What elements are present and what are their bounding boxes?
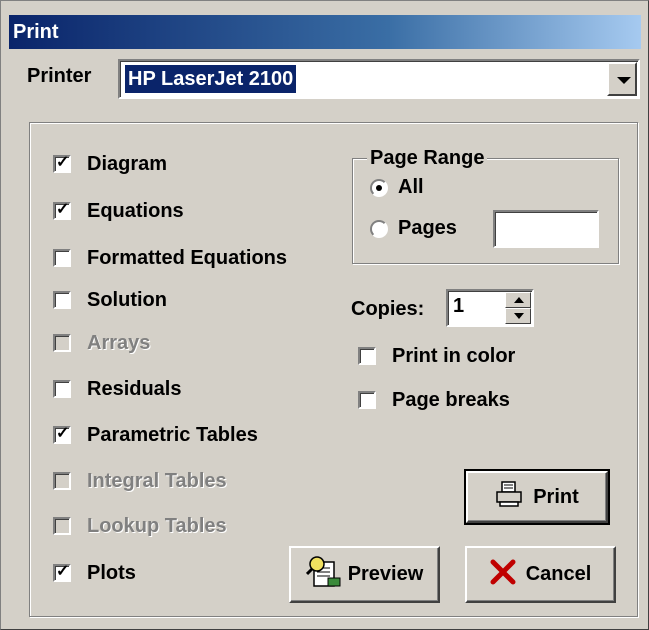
checkbox-solution[interactable]: Solution	[53, 287, 167, 313]
printer-select[interactable]: HP LaserJet 2100	[118, 59, 640, 99]
radio-pages[interactable]: Pages	[370, 217, 457, 240]
arrow-up-icon	[514, 297, 524, 303]
checkbox-label: Arrays	[87, 331, 151, 354]
check-icon: ✓	[56, 425, 70, 442]
checkbox-box[interactable]	[358, 391, 376, 409]
radio-label: All	[398, 176, 424, 198]
checkbox-label: Formatted Equations	[87, 246, 288, 269]
checkbox-box[interactable]: ✓	[53, 563, 71, 582]
checkbox-box[interactable]	[358, 347, 376, 365]
window-title: Print	[13, 21, 59, 43]
checkbox-box[interactable]: ✓	[53, 425, 71, 444]
checkbox-label: Print in color	[392, 344, 516, 367]
cancel-button[interactable]: Cancel	[465, 546, 616, 603]
checkbox-lookup-tables: Lookup Tables	[53, 513, 227, 539]
spinner-buttons	[505, 292, 531, 324]
printer-selected-value: HP LaserJet 2100	[125, 65, 297, 93]
print-button[interactable]: Print	[464, 469, 610, 525]
radio-all[interactable]: All	[370, 176, 424, 199]
checkbox-label: Solution	[87, 288, 167, 311]
printer-label: Printer	[27, 65, 92, 87]
checkbox-box[interactable]: ✓	[53, 201, 71, 220]
print-dialog: Print Printer HP LaserJet 2100 ✓ Diagram…	[0, 0, 649, 630]
checkbox-label: Integral Tables	[87, 469, 227, 492]
checkbox-box	[53, 472, 71, 490]
cancel-x-icon	[490, 559, 516, 591]
copies-label: Copies:	[351, 298, 425, 320]
checkbox-box[interactable]	[53, 291, 71, 309]
checkbox-label: Plots	[87, 561, 136, 584]
checkbox-page-breaks[interactable]: Page breaks	[358, 387, 510, 413]
preview-button-label: Preview	[347, 563, 424, 585]
checkbox-plots[interactable]: ✓ Plots	[53, 560, 136, 586]
checkbox-box[interactable]	[53, 380, 71, 398]
checkbox-box[interactable]	[53, 249, 71, 267]
checkbox-label: Residuals	[87, 377, 182, 400]
checkbox-box[interactable]: ✓	[53, 154, 71, 173]
preview-button[interactable]: Preview	[289, 546, 440, 603]
copies-spinner[interactable]: 1	[446, 289, 534, 327]
check-icon: ✓	[56, 201, 70, 218]
printer-icon	[495, 481, 523, 513]
checkbox-equations[interactable]: ✓ Equations	[53, 198, 184, 224]
checkbox-label: Lookup Tables	[87, 514, 227, 537]
arrow-down-icon	[514, 313, 524, 319]
checkbox-label: Diagram	[87, 152, 168, 175]
spinner-down-button[interactable]	[505, 308, 531, 324]
check-icon: ✓	[56, 563, 70, 580]
checkbox-arrays: Arrays	[53, 330, 150, 356]
printer-dropdown-button[interactable]	[607, 62, 637, 96]
copies-value[interactable]: 1	[453, 295, 464, 318]
checkbox-label: Equations	[87, 199, 184, 222]
checkbox-box	[53, 334, 71, 352]
radio-label: Pages	[398, 217, 457, 239]
checkbox-label: Page breaks	[392, 388, 510, 411]
checkbox-box	[53, 517, 71, 535]
spinner-up-button[interactable]	[505, 292, 531, 308]
preview-icon	[305, 554, 344, 596]
checkbox-integral-tables: Integral Tables	[53, 468, 227, 494]
radio-button[interactable]	[370, 178, 388, 197]
radio-button[interactable]	[370, 219, 388, 238]
pages-input[interactable]	[493, 210, 599, 248]
checkbox-print-in-color[interactable]: Print in color	[358, 343, 515, 369]
checkbox-parametric-tables[interactable]: ✓ Parametric Tables	[53, 422, 258, 448]
radio-dot	[376, 184, 382, 191]
chevron-down-icon	[617, 77, 631, 84]
page-range-title: Page Range	[367, 147, 488, 170]
checkbox-formatted-equations[interactable]: Formatted Equations	[53, 245, 287, 271]
check-icon: ✓	[56, 154, 70, 171]
checkbox-residuals[interactable]: Residuals	[53, 376, 181, 402]
checkbox-label: Parametric Tables	[87, 423, 258, 446]
title-bar: Print	[9, 15, 641, 49]
print-button-label: Print	[533, 485, 579, 508]
cancel-button-label: Cancel	[525, 563, 592, 585]
checkbox-diagram[interactable]: ✓ Diagram	[53, 151, 167, 177]
